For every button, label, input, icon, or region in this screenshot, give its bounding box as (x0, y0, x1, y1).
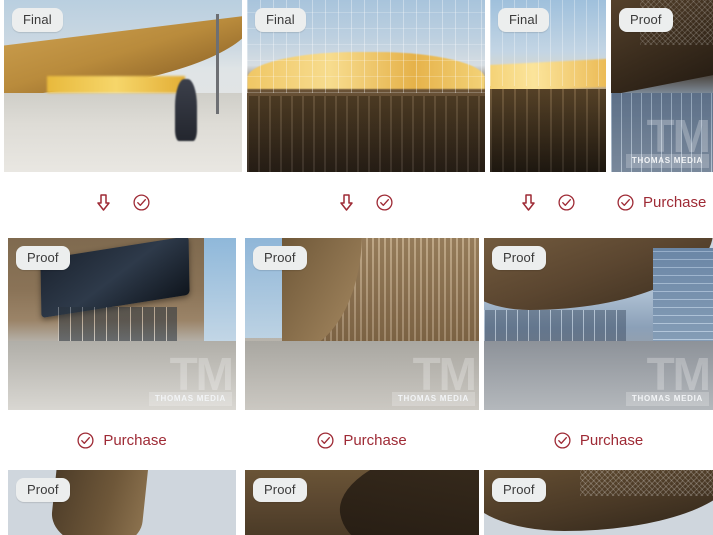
tile-actions: Purchase (245, 410, 479, 470)
photo-thumbnail[interactable]: Final (247, 0, 485, 172)
status-badge: Proof (492, 246, 546, 270)
purchase-label: Purchase (343, 431, 407, 449)
status-badge: Proof (619, 8, 673, 32)
tile-actions: Purchase (8, 410, 236, 470)
purchase-button[interactable]: Purchase (617, 194, 706, 211)
tile-actions (4, 172, 242, 232)
approve-button[interactable] (133, 193, 150, 211)
download-arrow-icon (96, 193, 111, 211)
photo-thumbnail[interactable]: Proof (8, 470, 236, 535)
purchase-label: Purchase (643, 193, 707, 211)
photo-thumbnail[interactable]: Proof TM THOMAS MEDIA (484, 238, 713, 410)
photo-thumbnail[interactable]: Proof TM THOMAS MEDIA (8, 238, 236, 410)
tile-actions: Purchase (484, 410, 713, 470)
gallery-row-1: Final Final Final Proof TM THOMAS MEDIA … (0, 0, 713, 232)
photo-thumbnail[interactable]: Proof (245, 470, 479, 535)
purchase-button[interactable]: Purchase (77, 431, 167, 449)
photo-tile[interactable]: Proof (8, 470, 236, 535)
tile-actions: Purchase (611, 172, 713, 232)
photo-thumbnail[interactable]: Proof (484, 470, 713, 535)
status-badge: Proof (253, 246, 307, 270)
download-button[interactable] (521, 193, 536, 211)
status-badge: Final (498, 8, 549, 32)
status-badge: Proof (16, 246, 70, 270)
circled-check-icon (558, 193, 575, 211)
tile-actions (490, 172, 606, 232)
photo-thumbnail[interactable]: Proof TM THOMAS MEDIA (245, 238, 479, 410)
photo-thumbnail[interactable]: Final (490, 0, 606, 172)
gallery-row-3: Proof Proof Proof (0, 470, 713, 535)
photo-thumbnail[interactable]: Final (4, 0, 242, 172)
download-arrow-icon (339, 193, 354, 211)
purchase-label: Purchase (103, 431, 167, 449)
photo-tile[interactable]: Proof TM THOMAS MEDIA Purchase (8, 238, 236, 449)
status-badge: Proof (253, 478, 307, 502)
gallery-row-2: Proof TM THOMAS MEDIA Purchase Proof TM … (0, 238, 713, 470)
photo-tile[interactable]: Final (4, 0, 242, 211)
approve-button[interactable] (558, 193, 575, 211)
purchase-label: Purchase (579, 431, 644, 449)
circled-check-icon (133, 193, 150, 211)
circled-check-icon (617, 193, 634, 211)
photo-thumbnail[interactable]: Proof TM THOMAS MEDIA (611, 0, 713, 172)
purchase-button[interactable]: Purchase (317, 431, 407, 449)
photo-tile[interactable]: Proof TM THOMAS MEDIA Purchase (245, 238, 479, 449)
circled-check-icon (77, 431, 94, 449)
photo-tile[interactable]: Final (490, 0, 606, 211)
purchase-button[interactable]: Purchase (554, 432, 643, 449)
circled-check-icon (554, 431, 571, 449)
status-badge: Proof (16, 478, 70, 502)
photo-gallery: Final Final Final Proof TM THOMAS MEDIA … (0, 0, 713, 535)
status-badge: Final (255, 8, 306, 32)
status-badge: Proof (492, 478, 546, 502)
approve-button[interactable] (376, 193, 393, 211)
download-button[interactable] (96, 193, 111, 211)
status-badge: Final (12, 8, 63, 32)
photo-tile[interactable]: Proof (484, 470, 713, 535)
download-arrow-icon (521, 193, 536, 211)
photo-tile[interactable]: Proof TM THOMAS MEDIA Purchase (484, 238, 713, 449)
photo-tile[interactable]: Proof (245, 470, 479, 535)
photo-tile[interactable]: Proof TM THOMAS MEDIA Purchase (611, 0, 713, 211)
circled-check-icon (376, 193, 393, 211)
circled-check-icon (317, 431, 334, 449)
tile-actions (247, 172, 485, 232)
photo-tile[interactable]: Final (247, 0, 485, 211)
download-button[interactable] (339, 193, 354, 211)
